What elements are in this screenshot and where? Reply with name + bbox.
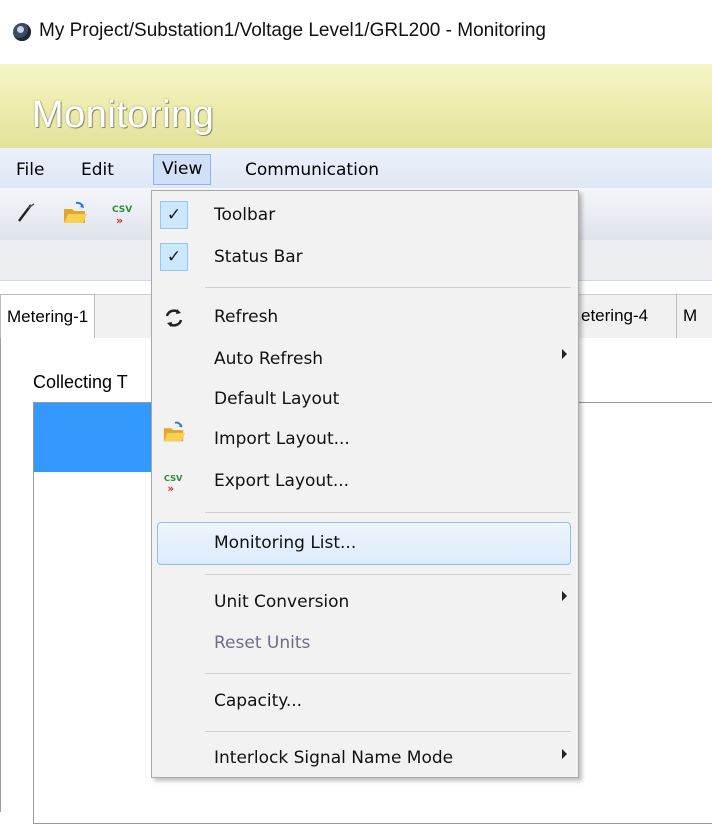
menu-communication[interactable]: Communication [245,158,379,182]
tab-metering-1[interactable]: Metering-1 [0,294,96,340]
status-text: Collecting T [33,372,128,392]
svg-text:CSV: CSV [164,473,183,483]
menu-separator [205,731,571,732]
menu-item-toolbar-label: Toolbar [214,205,276,225]
csv-export-icon[interactable]: CSV » [110,200,136,226]
svg-text:»: » [168,484,175,494]
menu-separator [205,512,571,513]
csv-export-icon: CSV » [164,473,183,494]
open-folder-icon [163,421,186,442]
refresh-icon [165,309,183,327]
menu-item-import-layout-label: Import Layout... [214,429,350,449]
menu-separator [205,673,571,674]
tab-metering-4[interactable]: etering-4 [574,294,654,338]
menu-item-export-layout-label: Export Layout... [214,471,350,491]
menu-edit[interactable]: Edit [81,158,114,182]
open-folder-icon[interactable] [62,200,88,226]
submenu-arrow-icon [562,349,567,359]
edit-icon[interactable] [14,200,40,226]
banner-title: Monitoring [32,94,215,136]
menu-item-monitoring-list-label: Monitoring List... [214,533,357,553]
menu-separator [205,574,571,575]
menu-item-capacity-label: Capacity... [214,691,303,711]
menu-item-refresh-label: Refresh [214,307,279,327]
app-icon [13,23,31,41]
tab-more[interactable]: M [676,294,703,338]
svg-text:»: » [116,214,123,226]
list-selected-row[interactable] [34,403,164,472]
submenu-arrow-icon [562,591,567,601]
checkmark-icon: ✓ [160,201,188,229]
menu-item-status-bar-label: Status Bar [214,247,303,267]
menu-file[interactable]: File [16,158,44,182]
submenu-arrow-icon [562,749,567,759]
menu-item-unit-conversion-label: Unit Conversion [214,592,350,612]
menu-separator [205,287,571,288]
menu-item-auto-refresh-label: Auto Refresh [214,349,324,369]
menu-item-interlock-signal-name-mode-label: Interlock Signal Name Mode [214,748,454,768]
checkmark-icon: ✓ [160,243,188,271]
window-title: My Project/Substation1/Voltage Level1/GR… [39,20,546,41]
menu-item-reset-units-label: Reset Units [214,633,311,653]
menu-view[interactable]: View [153,154,212,185]
menu-item-default-layout-label: Default Layout [214,389,340,409]
